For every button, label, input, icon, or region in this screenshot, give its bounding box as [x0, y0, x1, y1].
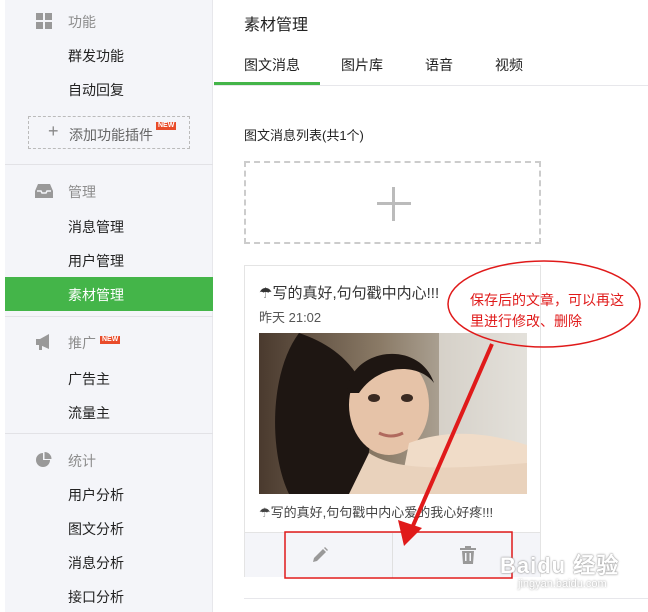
annotation-arrow-head	[398, 520, 422, 546]
baidu-watermark-url: jingyan.baidu.com	[518, 578, 607, 590]
annotation-highlight-box	[284, 531, 513, 579]
annotation-text: 保存后的文章，可以再这里进行修改、删除	[470, 292, 624, 329]
baidu-watermark: Baidu 经验	[500, 553, 620, 578]
annotation-arrow-line	[410, 343, 494, 529]
